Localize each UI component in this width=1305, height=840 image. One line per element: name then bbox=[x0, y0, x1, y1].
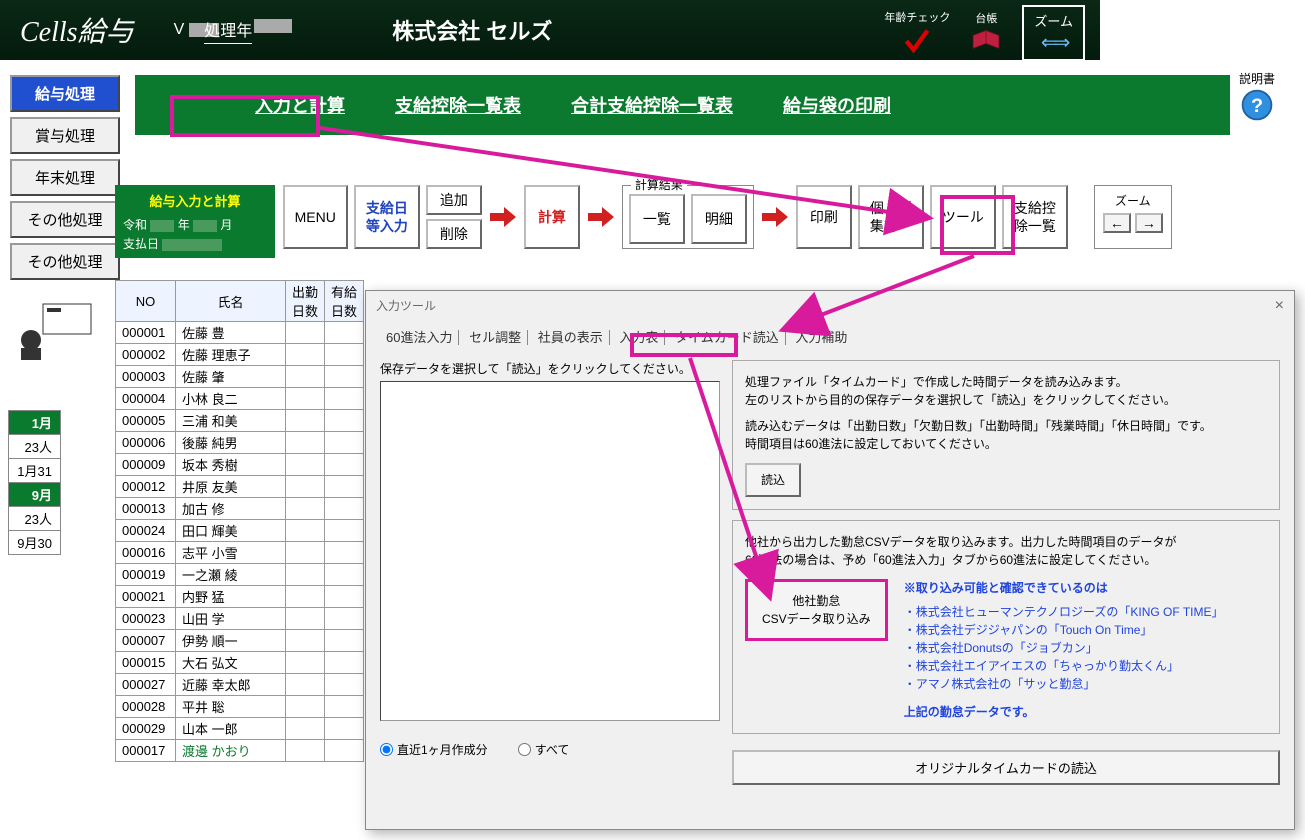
table-row[interactable]: 000012井原 友美 bbox=[116, 476, 364, 498]
table-row[interactable]: 000029山本 一郎 bbox=[116, 718, 364, 740]
tab-assist[interactable]: 入力補助 bbox=[789, 330, 853, 345]
left-panel-label: 保存データを選択して「読込」をクリックしてください。 bbox=[380, 360, 720, 377]
read-button[interactable]: 読込 bbox=[745, 463, 801, 497]
arrow-icon bbox=[760, 185, 790, 249]
version-label: V bbox=[174, 21, 185, 39]
sidebar: 給与処理 賞与処理 年末処理 その他処理 その他処理 bbox=[10, 75, 120, 280]
company-name: 株式会社 セルズ bbox=[392, 14, 552, 46]
table-row[interactable]: 000002佐藤 理恵子 bbox=[116, 344, 364, 366]
sidebar-other2[interactable]: その他処理 bbox=[10, 243, 120, 280]
arrow-icon bbox=[586, 185, 616, 249]
table-row[interactable]: 000021内野 猛 bbox=[116, 586, 364, 608]
sidebar-bonus[interactable]: 賞与処理 bbox=[10, 117, 120, 154]
illustration-icon bbox=[15, 300, 95, 360]
age-check-button[interactable]: 年齢チェック bbox=[884, 9, 950, 58]
print-button[interactable]: 印刷 bbox=[796, 185, 852, 249]
check-icon bbox=[903, 27, 931, 58]
green-nav-bar: 入力と計算 支給控除一覧表 合計支給控除一覧表 給与袋の印刷 bbox=[135, 75, 1230, 135]
table-row[interactable]: 000027近藤 幸太郎 bbox=[116, 674, 364, 696]
sidebar-salary[interactable]: 給与処理 bbox=[10, 75, 120, 112]
dialog-tabs: 60進法入力 セル調整 社員の表示 入力表 タイムカード読込 入力補助 bbox=[366, 321, 1294, 352]
svg-text:?: ? bbox=[1251, 95, 1263, 117]
app-title: Cells給与 bbox=[20, 10, 134, 50]
radio-all[interactable]: すべて bbox=[518, 741, 570, 758]
table-row[interactable]: 000004小林 良二 bbox=[116, 388, 364, 410]
sub-green-panel: 給与入力と計算 令和 年 月 支払日 bbox=[115, 185, 275, 258]
sidebar-yearend[interactable]: 年末処理 bbox=[10, 159, 120, 196]
deduction-list-button[interactable]: 支給控 除一覧 bbox=[1002, 185, 1068, 249]
col-paiddays: 有給 日数 bbox=[325, 281, 364, 322]
left-summary: 1月 23人 1月31 9月 23人 9月30 bbox=[8, 410, 61, 555]
table-row[interactable]: 000007伊勢 順一 bbox=[116, 630, 364, 652]
table-row[interactable]: 000015大石 弘文 bbox=[116, 652, 364, 674]
csv-import-button[interactable]: 他社勤怠 CSVデータ取り込み bbox=[745, 579, 888, 641]
nav-print-envelope[interactable]: 給与袋の印刷 bbox=[783, 92, 891, 118]
zoom-button[interactable]: ズーム ⇐⇒ bbox=[1022, 5, 1085, 61]
nav-deduction-list[interactable]: 支給控除一覧表 bbox=[395, 92, 521, 118]
tab-60[interactable]: 60進法入力 bbox=[380, 330, 459, 345]
table-row[interactable]: 000013加古 修 bbox=[116, 498, 364, 520]
table-row[interactable]: 000024田口 輝美 bbox=[116, 520, 364, 542]
zoom-panel: ズーム ← → bbox=[1094, 185, 1172, 249]
panel-csv: 他社から出力した勤怠CSVデータを取り込みます。出力した時間項目のデータが 60… bbox=[732, 520, 1280, 734]
radio-recent[interactable]: 直近1ヶ月作成分 bbox=[380, 741, 488, 758]
list-button[interactable]: 一覧 bbox=[629, 194, 685, 244]
nav-total-deduction[interactable]: 合計支給控除一覧表 bbox=[571, 92, 733, 118]
table-row[interactable]: 000006後藤 純男 bbox=[116, 432, 364, 454]
pay-input-button[interactable]: 支給日 等入力 bbox=[354, 185, 420, 249]
sidebar-other1[interactable]: その他処理 bbox=[10, 201, 120, 238]
tab-input[interactable]: 入力表 bbox=[613, 330, 665, 345]
zoom-arrows-icon: ⇐⇒ bbox=[1041, 30, 1067, 55]
table-row[interactable]: 000016志平 小雪 bbox=[116, 542, 364, 564]
dialog-close-button[interactable]: × bbox=[1275, 297, 1284, 315]
sub-toolbar: 給与入力と計算 令和 年 月 支払日 MENU 支給日 等入力 追加 削除 計算… bbox=[115, 185, 1215, 258]
compatible-list: 株式会社ヒューマンテクノロジーズの「KING OF TIME」株式会社デジジャパ… bbox=[904, 603, 1267, 693]
table-row[interactable]: 000019一之瀬 綾 bbox=[116, 564, 364, 586]
arrow-icon bbox=[488, 185, 518, 249]
table-row[interactable]: 000009坂本 秀樹 bbox=[116, 454, 364, 476]
data-listbox[interactable] bbox=[380, 381, 720, 721]
detail-button[interactable]: 明細 bbox=[691, 194, 747, 244]
original-timecard-button[interactable]: オリジナルタイムカードの読込 bbox=[732, 750, 1280, 785]
personal-button[interactable]: 個人別 集計 bbox=[858, 185, 924, 249]
tab-timecard[interactable]: タイムカード読込 bbox=[669, 330, 786, 345]
book-icon bbox=[970, 28, 1002, 57]
employee-table: NO 氏名 出勤 日数 有給 日数 000001佐藤 豊000002佐藤 理恵子… bbox=[115, 280, 364, 762]
menu-button[interactable]: MENU bbox=[283, 185, 348, 249]
tab-emp[interactable]: 社員の表示 bbox=[532, 330, 610, 345]
tab-cell[interactable]: セル調整 bbox=[463, 330, 528, 345]
zoom-out-button[interactable]: ← bbox=[1103, 213, 1131, 233]
col-workdays: 出勤 日数 bbox=[286, 281, 325, 322]
col-name: 氏名 bbox=[176, 281, 286, 322]
result-group: 計算結果 一覧 明細 bbox=[622, 185, 754, 249]
table-row[interactable]: 000017渡邊 かおり bbox=[116, 740, 364, 762]
tool-button[interactable]: ツール bbox=[930, 185, 996, 249]
table-row[interactable]: 000001佐藤 豊 bbox=[116, 322, 364, 344]
delete-button[interactable]: 削除 bbox=[426, 219, 482, 249]
processing-year-label: 処理年 bbox=[204, 17, 252, 44]
table-row[interactable]: 000028平井 聡 bbox=[116, 696, 364, 718]
panel-timecard: 処理ファイル「タイムカード」で作成した時間データを読み込みます。 左のリストから… bbox=[732, 360, 1280, 510]
table-row[interactable]: 000003佐藤 肇 bbox=[116, 366, 364, 388]
add-button[interactable]: 追加 bbox=[426, 185, 482, 215]
zoom-in-button[interactable]: → bbox=[1135, 213, 1163, 233]
help-button[interactable]: 説明書 ? bbox=[1239, 70, 1275, 126]
ledger-button[interactable]: 台帳 bbox=[970, 10, 1002, 57]
calc-button[interactable]: 計算 bbox=[524, 185, 580, 249]
table-row[interactable]: 000005三浦 和美 bbox=[116, 410, 364, 432]
col-no: NO bbox=[116, 281, 176, 322]
dialog-title: 入力ツール bbox=[376, 297, 436, 315]
app-header: Cells給与 V 処理年 株式会社 セルズ 年齢チェック 台帳 ズーム ⇐⇒ bbox=[0, 0, 1100, 60]
input-tool-dialog: 入力ツール × 60進法入力 セル調整 社員の表示 入力表 タイムカード読込 入… bbox=[365, 290, 1295, 830]
table-row[interactable]: 000023山田 学 bbox=[116, 608, 364, 630]
nav-input-calc[interactable]: 入力と計算 bbox=[255, 92, 345, 118]
